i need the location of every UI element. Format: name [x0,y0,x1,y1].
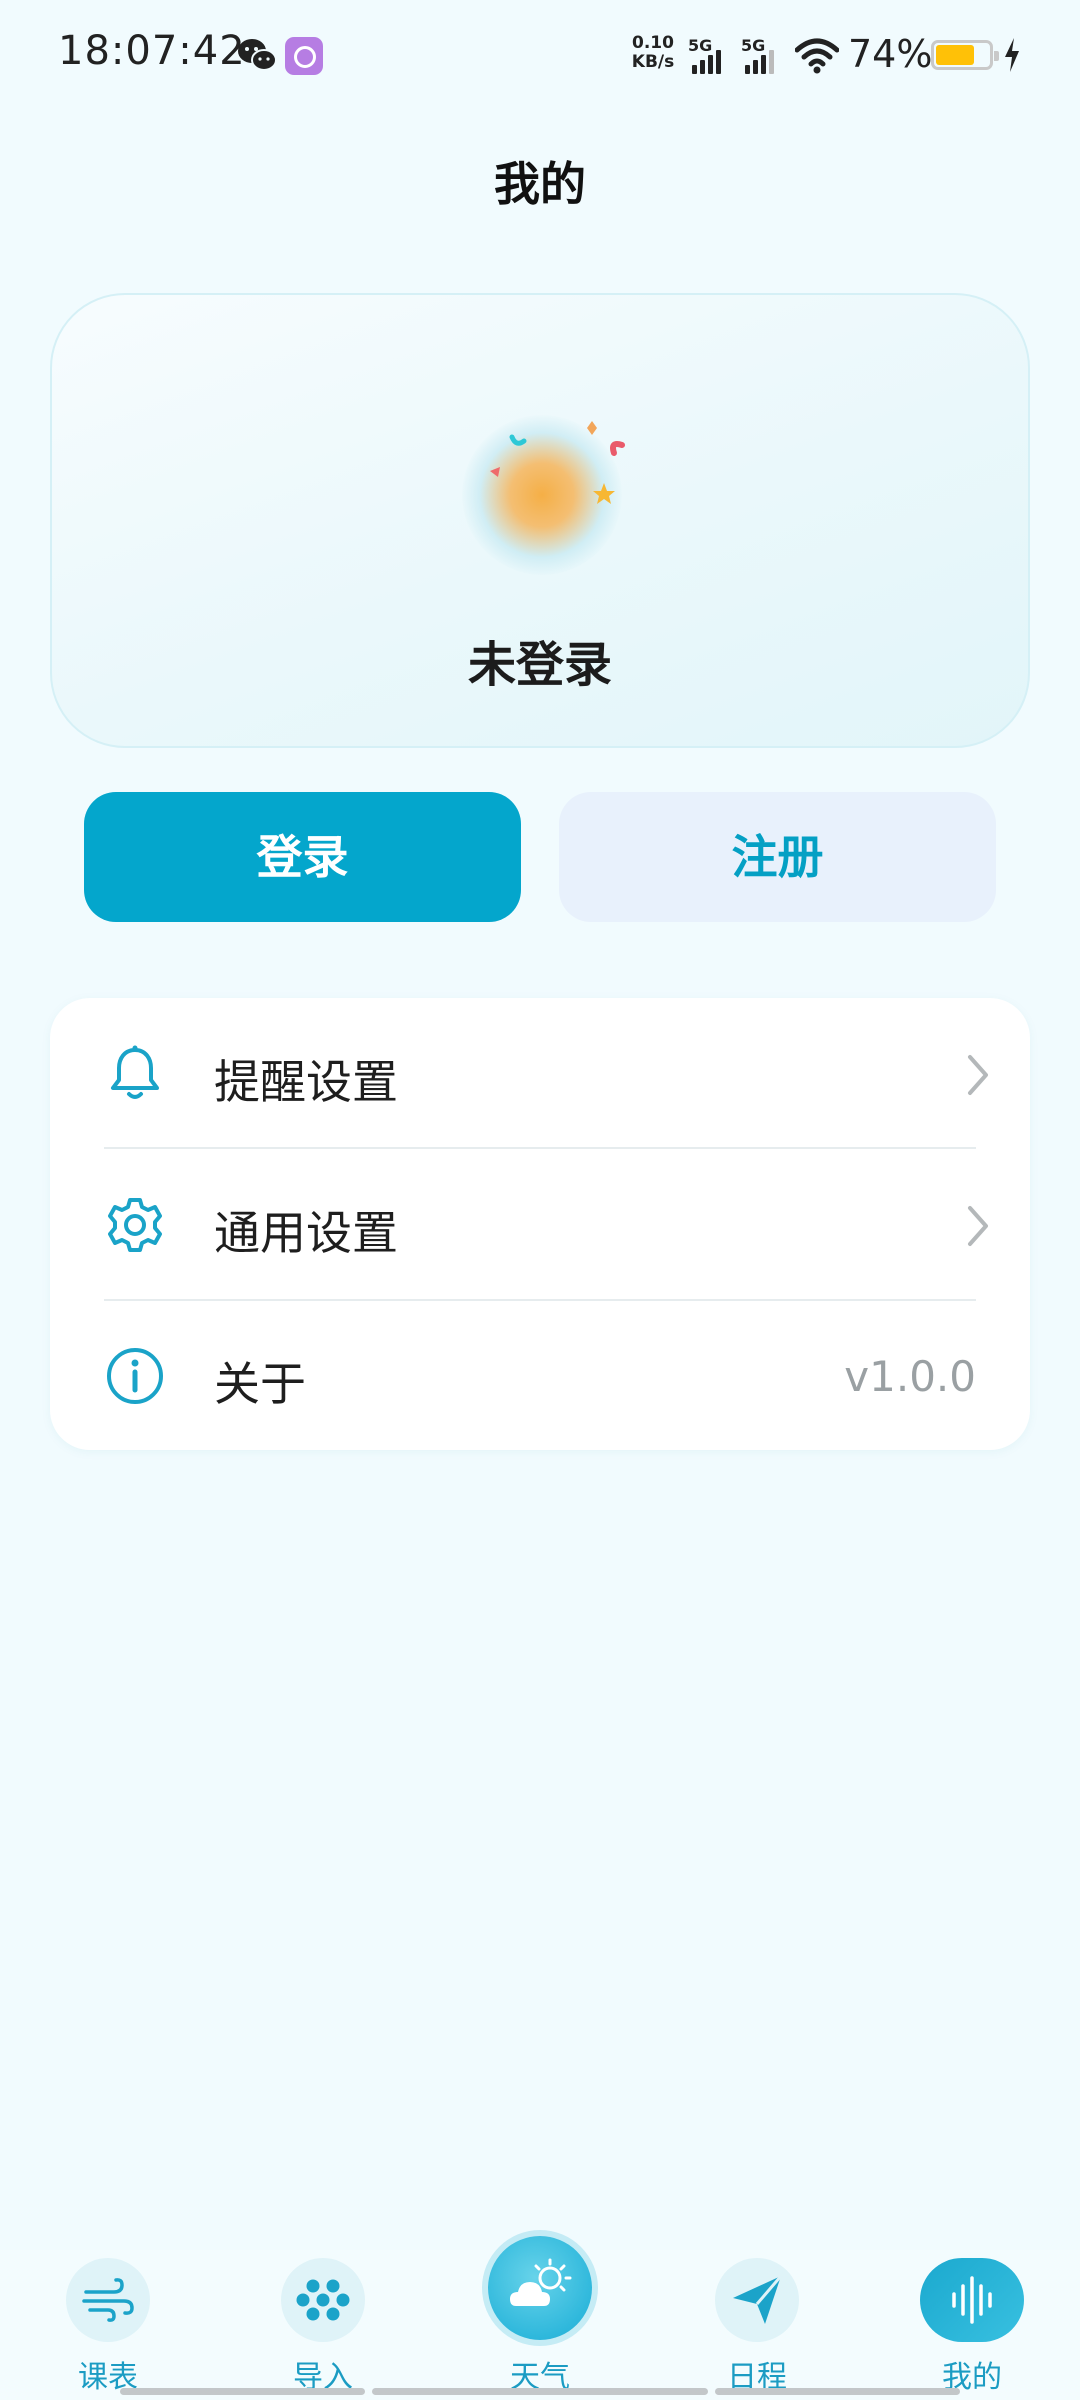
signal-2-label: 5G [741,36,766,55]
send-icon [733,2275,783,2324]
network-speed-unit: KB/s [631,52,675,72]
soundwave-icon [952,2276,992,2324]
nav-icon-bg-active [920,2258,1024,2342]
signal-1-label: 5G [688,36,713,55]
network-speed-value: 0.10 [632,33,674,53]
register-button[interactable]: 注册 [559,792,996,922]
page-title: 我的 [494,157,586,211]
nav-icon-bg [715,2258,799,2342]
weather-icon [510,2258,572,2306]
signal-2-icon: 5G [741,36,781,76]
status-time: 18:07:42 [58,28,246,74]
battery-percent: 74% [848,32,933,76]
settings-item-general[interactable]: 通用设置 [50,1149,1030,1299]
login-status-text: 未登录 [467,637,612,693]
settings-list: 提醒设置 通用设置 关于 v1.0.0 [50,998,1030,1450]
network-speed: 0.10 KB/s [627,34,679,72]
battery-icon [931,40,999,70]
status-bar: 18:07:42 0.10 KB/s 5G 5G 74% [0,0,1080,110]
wifi-icon [795,38,839,74]
nav-item-weather[interactable]: 天气 [460,2236,620,2400]
battery-fill [936,45,974,65]
app-notification-icon [285,37,323,75]
signal-1-icon: 5G [688,36,728,76]
wechat-icon [238,39,277,71]
settings-item-label: 提醒设置 [214,1055,398,1109]
profile-page: 18:07:42 0.10 KB/s 5G 5G 74% 我的 未登录 登录 注… [0,0,1080,2400]
chevron-right-icon [968,1206,988,1246]
settings-item-reminder[interactable]: 提醒设置 [50,998,1030,1148]
gesture-bar [372,2388,708,2395]
nav-icon-bg [488,2236,592,2340]
chevron-right-icon [968,1055,988,1095]
nav-item-import[interactable]: 导入 [243,2250,403,2400]
nav-icon-bg [281,2258,365,2342]
bottom-nav: 课表 导入 天气 日程 我的 [0,2236,1080,2400]
gesture-bar [715,2388,960,2395]
settings-item-label: 通用设置 [214,1206,398,1260]
gesture-bar [120,2388,365,2395]
nav-icon-bg [66,2258,150,2342]
settings-item-about[interactable]: 关于 v1.0.0 [50,1300,1030,1450]
app-version: v1.0.0 [844,1352,976,1401]
settings-item-label: 关于 [214,1357,306,1411]
bell-icon [111,1045,159,1099]
dots-grid-icon [296,2279,350,2321]
login-button[interactable]: 登录 [84,792,521,922]
gear-icon [108,1198,162,1252]
profile-card[interactable]: 未登录 [50,293,1030,748]
info-icon [107,1348,163,1404]
confetti-icon [490,421,625,504]
nav-item-mine[interactable]: 我的 [892,2250,1052,2400]
nav-item-schedule-table[interactable]: 课表 [28,2250,188,2400]
nav-item-agenda[interactable]: 日程 [677,2250,837,2400]
charging-icon [1005,38,1019,72]
avatar[interactable] [442,395,642,595]
wind-icon [82,2278,134,2322]
